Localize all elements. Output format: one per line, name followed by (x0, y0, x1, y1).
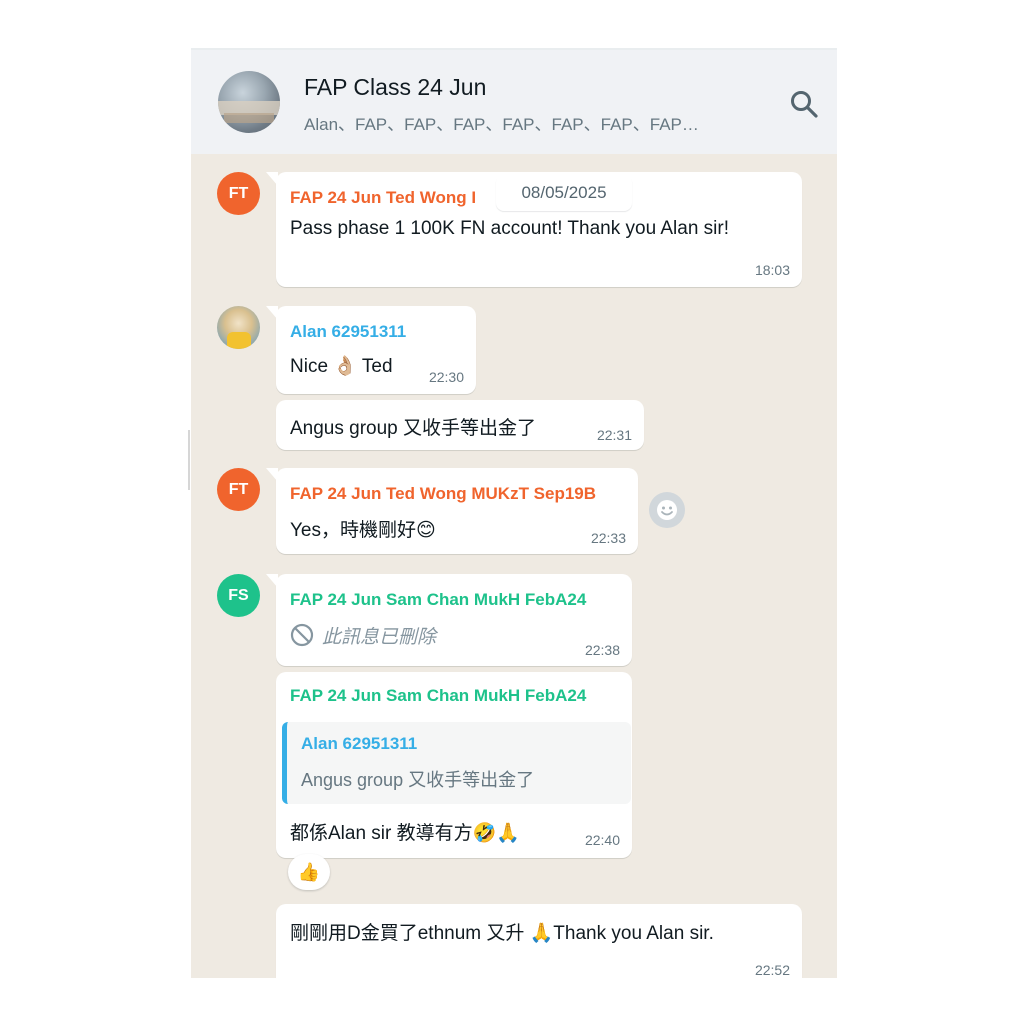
avatar-ted[interactable]: FT (217, 468, 260, 511)
message-time: 22:40 (584, 832, 620, 848)
message-bubble[interactable]: FAP 24 Jun Ted Wong MUKzT Sep19B Yes，時機剛… (266, 468, 638, 554)
message-bubble[interactable]: Alan 62951311 Nice 👌🏼 Ted 22:30 (266, 306, 476, 394)
chat-header[interactable]: FAP Class 24 Jun Alan、FAP、FAP、FAP、FAP、FA… (191, 50, 837, 154)
message-bubble[interactable]: FAP 24 Jun Sam Chan MukH FebA24 此訊息已刪除 2… (266, 574, 632, 666)
window-edge (188, 430, 190, 490)
date-chip: 08/05/2025 (496, 175, 632, 211)
message-sender[interactable]: FAP 24 Jun Ted Wong I (290, 188, 476, 208)
message-sender[interactable]: Alan 62951311 (290, 322, 406, 342)
message-time: 22:30 (428, 369, 464, 385)
message-sender[interactable]: FAP 24 Jun Sam Chan MukH FebA24 (290, 686, 586, 706)
message-sender[interactable]: FAP 24 Jun Ted Wong MUKzT Sep19B (290, 484, 596, 504)
quoted-message[interactable]: Alan 62951311 Angus group 又收手等出金了 (282, 722, 631, 804)
message-bubble[interactable]: Angus group 又收手等出金了 22:31 (276, 400, 644, 450)
message-text: 剛剛用D金買了ethnum 又升 🙏Thank you Alan sir. (290, 923, 714, 944)
message-bubble[interactable]: 剛剛用D金買了ethnum 又升 🙏Thank you Alan sir. 22… (276, 904, 802, 978)
group-avatar[interactable] (218, 71, 280, 133)
message-text: Angus group 又收手等出金了 (290, 418, 537, 439)
message-text: Nice 👌🏼 Ted (290, 356, 393, 377)
smiley-icon (657, 500, 677, 520)
search-icon[interactable] (788, 88, 820, 120)
group-title[interactable]: FAP Class 24 Jun (304, 74, 486, 101)
emoji-react-button[interactable] (649, 492, 685, 528)
message-time: 22:38 (584, 642, 620, 658)
message-text: Yes，時機剛好😊 (290, 520, 436, 541)
group-members[interactable]: Alan、FAP、FAP、FAP、FAP、FAP、FAP、FAP… (304, 110, 699, 135)
avatar-alan[interactable] (217, 306, 260, 349)
avatar-ted[interactable]: FT (217, 172, 260, 215)
avatar-sam[interactable]: FS (217, 574, 260, 617)
message-text: 都係Alan sir 教導有方🤣🙏 (290, 823, 520, 844)
message-time: 18:03 (754, 262, 790, 278)
reaction-badge[interactable]: 👍 (288, 854, 330, 890)
message-sender[interactable]: FAP 24 Jun Sam Chan MukH FebA24 (290, 590, 586, 610)
message-text: Pass phase 1 100K FN account! Thank you … (290, 218, 730, 239)
quoted-text: Angus group 又收手等出金了 (301, 770, 535, 790)
message-time: 22:33 (590, 530, 626, 546)
message-list[interactable]: FT FAP 24 Jun Ted Wong I Pass phase 1 10… (191, 154, 837, 978)
message-bubble[interactable]: FAP 24 Jun Sam Chan MukH FebA24 Alan 629… (276, 672, 632, 858)
message-text: 此訊息已刪除 (322, 627, 437, 648)
message-time: 22:31 (596, 427, 632, 443)
chat-window: FAP Class 24 Jun Alan、FAP、FAP、FAP、FAP、FA… (191, 48, 837, 978)
message-time: 22:52 (754, 962, 790, 978)
quoted-sender: Alan 62951311 (301, 734, 418, 753)
deleted-icon (290, 623, 314, 647)
